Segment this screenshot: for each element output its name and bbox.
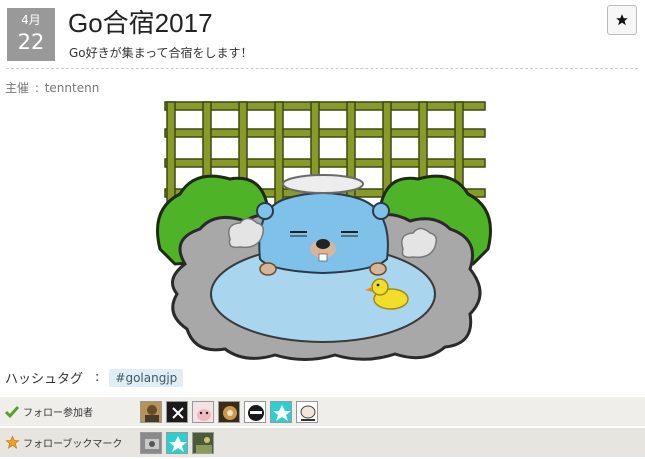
avatar[interactable] [218, 400, 240, 423]
avatar[interactable] [296, 400, 318, 423]
date-month: 4月 [21, 13, 41, 27]
date-badge: 4月 22 [7, 8, 55, 61]
avatar[interactable] [166, 400, 188, 423]
hashtag-link[interactable]: #golangjp [109, 368, 184, 387]
star-icon [616, 14, 628, 26]
check-icon [4, 404, 20, 420]
follow-participants-avatars [140, 400, 318, 423]
event-title[interactable]: Go合宿2017 [68, 7, 213, 39]
avatar[interactable] [270, 400, 292, 423]
organizer: 主催 : tenntenn [5, 79, 99, 96]
avatar[interactable] [140, 431, 162, 454]
event-catch: Go好きが集まって合宿をします！ [69, 46, 253, 60]
gopher-onsen-illustration [156, 101, 492, 361]
organizer-label: 主催 [5, 81, 30, 95]
hashtag-row: ハッシュタグ : #golangjp [5, 368, 184, 387]
avatar[interactable] [244, 400, 266, 423]
avatar[interactable] [192, 400, 214, 423]
avatar[interactable] [192, 431, 214, 454]
avatar[interactable] [140, 400, 162, 423]
follow-participants-row: フォロー参加者 [0, 397, 645, 426]
follow-participants-label: フォロー参加者 [23, 408, 93, 419]
star-icon [4, 435, 20, 451]
event-image [155, 99, 493, 364]
hashtag-label: ハッシュタグ [5, 372, 84, 387]
follow-bookmarks-avatars [140, 431, 214, 454]
organizer-name[interactable]: tenntenn [45, 81, 100, 95]
follow-bookmarks-label: フォローブックマーク [23, 439, 123, 450]
bookmark-button[interactable] [607, 5, 637, 35]
header-divider [6, 68, 638, 69]
avatar[interactable] [166, 431, 188, 454]
organizer-sep: : [34, 81, 39, 95]
hashtag-separator: : [95, 370, 100, 385]
follow-bookmarks-row: フォローブックマーク [0, 428, 645, 457]
date-day: 22 [17, 30, 45, 54]
